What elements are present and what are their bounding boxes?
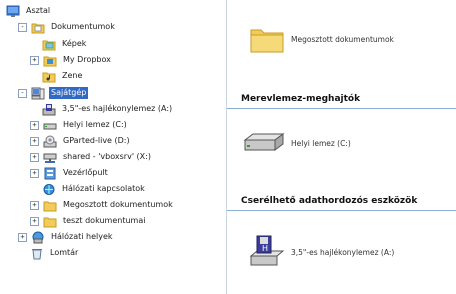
tree-item-teszt-dokumentumai[interactable]: + teszt dokumentumai <box>30 214 147 228</box>
tree-item-label: Dokumentumok <box>51 22 115 31</box>
group-header-hard-drives: Merevlemez-meghajtók <box>241 94 361 104</box>
hard-disk-label: Helyi lemez (C:) <box>291 138 351 148</box>
tree-item-label: GParted-live (D:) <box>63 136 130 145</box>
expand-toggle[interactable]: + <box>30 152 39 162</box>
hard-disk-icon <box>43 123 57 129</box>
user-folder-icon <box>43 217 57 227</box>
cd-drive-icon <box>43 135 57 147</box>
music-folder-icon <box>42 72 56 82</box>
shared-documents-label: Megosztott dokumentumok <box>291 34 394 44</box>
tree-item-shared-vboxsrv[interactable]: + shared - 'vboxsrv' (X:) <box>30 150 153 164</box>
tree-item-halozati-kapcsolatok[interactable]: Hálózati kapcsolatok <box>42 182 147 196</box>
recycle-bin-icon <box>32 248 42 259</box>
desktop-icon <box>6 5 20 17</box>
network-places-icon <box>32 231 44 243</box>
shared-folder-icon <box>43 201 57 211</box>
group-divider <box>227 108 456 109</box>
tree-item-label: Hálózati kapcsolatok <box>62 184 145 193</box>
floppy-item[interactable]: H 3,5"-es hajlékonylemez (A:) <box>249 234 394 270</box>
floppy-drive-icon: H <box>249 235 285 266</box>
hard-disk-item[interactable]: Helyi lemez (C:) <box>243 130 351 156</box>
tree-item-my-dropbox[interactable]: + My Dropbox <box>30 53 113 67</box>
collapse-toggle[interactable]: - <box>18 22 27 32</box>
tree-item-asztal[interactable]: Asztal <box>6 4 52 18</box>
tree-item-gparted[interactable]: + GParted-live (D:) <box>30 134 132 148</box>
tree-item-label: Helyi lemez (C:) <box>63 120 127 129</box>
tree-item-label: Megosztott dokumentumok <box>63 200 173 209</box>
tree-item-helyi-lemez[interactable]: + Helyi lemez (C:) <box>30 118 129 132</box>
expand-toggle[interactable]: + <box>30 136 39 146</box>
tree-item-label: Asztal <box>26 6 51 15</box>
tree-item-sajatgep[interactable]: - Sajátgép <box>18 86 89 100</box>
tree-item-lomtar[interactable]: Lomtár <box>30 246 80 260</box>
network-connections-icon <box>43 183 55 195</box>
tree-item-label: teszt dokumentumai <box>63 216 146 225</box>
collapse-toggle[interactable]: - <box>18 88 27 98</box>
tree-item-label: Lomtár <box>50 248 79 257</box>
tree-item-label: My Dropbox <box>63 55 111 64</box>
expand-toggle[interactable]: + <box>18 232 27 242</box>
tree-item-halozati-helyek[interactable]: + Hálózati helyek <box>18 230 115 244</box>
tree-item-label: Sajátgép <box>49 87 89 99</box>
expand-toggle[interactable]: + <box>30 55 39 65</box>
group-divider <box>227 210 456 211</box>
tree-item-megosztott-dokumentumok[interactable]: + Megosztott dokumentumok <box>30 198 175 212</box>
tree-item-kepek[interactable]: Képek <box>42 37 88 51</box>
folder-icon <box>250 29 284 53</box>
folder-tree-pane[interactable]: Asztal - Dokumentumok Képek + My Dropbox <box>0 0 227 294</box>
my-computer-icon <box>31 87 45 99</box>
expand-toggle[interactable]: + <box>30 168 39 178</box>
expand-toggle[interactable]: + <box>30 216 39 226</box>
tree-item-vezerlopult[interactable]: + Vezérlőpult <box>30 166 110 180</box>
control-panel-icon <box>44 167 56 179</box>
tree-item-label: Zene <box>62 71 83 80</box>
tree-item-label: Képek <box>62 39 87 48</box>
content-pane[interactable]: Megosztott dokumentumok Merevlemez-megha… <box>227 0 456 294</box>
pictures-folder-icon <box>42 40 56 50</box>
group-header-removable: Cserélhető adathordozós eszközök <box>241 196 418 206</box>
shared-documents-item[interactable]: Megosztott dokumentumok <box>249 24 394 54</box>
hard-disk-icon <box>243 133 285 151</box>
tree-item-floppy[interactable]: 3,5"-es hajlékonylemez (A:) <box>42 102 174 116</box>
dropbox-folder-icon <box>43 56 57 66</box>
documents-folder-icon <box>31 23 45 33</box>
network-drive-icon <box>43 153 57 163</box>
floppy-label: 3,5"-es hajlékonylemez (A:) <box>291 247 395 257</box>
floppy-drive-icon <box>42 103 56 115</box>
tree-item-label: Vezérlőpult <box>63 168 108 177</box>
svg-text:H: H <box>262 244 268 253</box>
tree-item-dokumentumok[interactable]: - Dokumentumok <box>18 20 117 34</box>
expand-toggle[interactable]: + <box>30 200 39 210</box>
tree-item-label: Hálózati helyek <box>51 232 113 241</box>
expand-toggle[interactable]: + <box>30 120 39 130</box>
tree-item-label: shared - 'vboxsrv' (X:) <box>63 152 151 161</box>
tree-item-label: 3,5"-es hajlékonylemez (A:) <box>62 104 173 113</box>
tree-item-zene[interactable]: Zene <box>42 69 84 83</box>
